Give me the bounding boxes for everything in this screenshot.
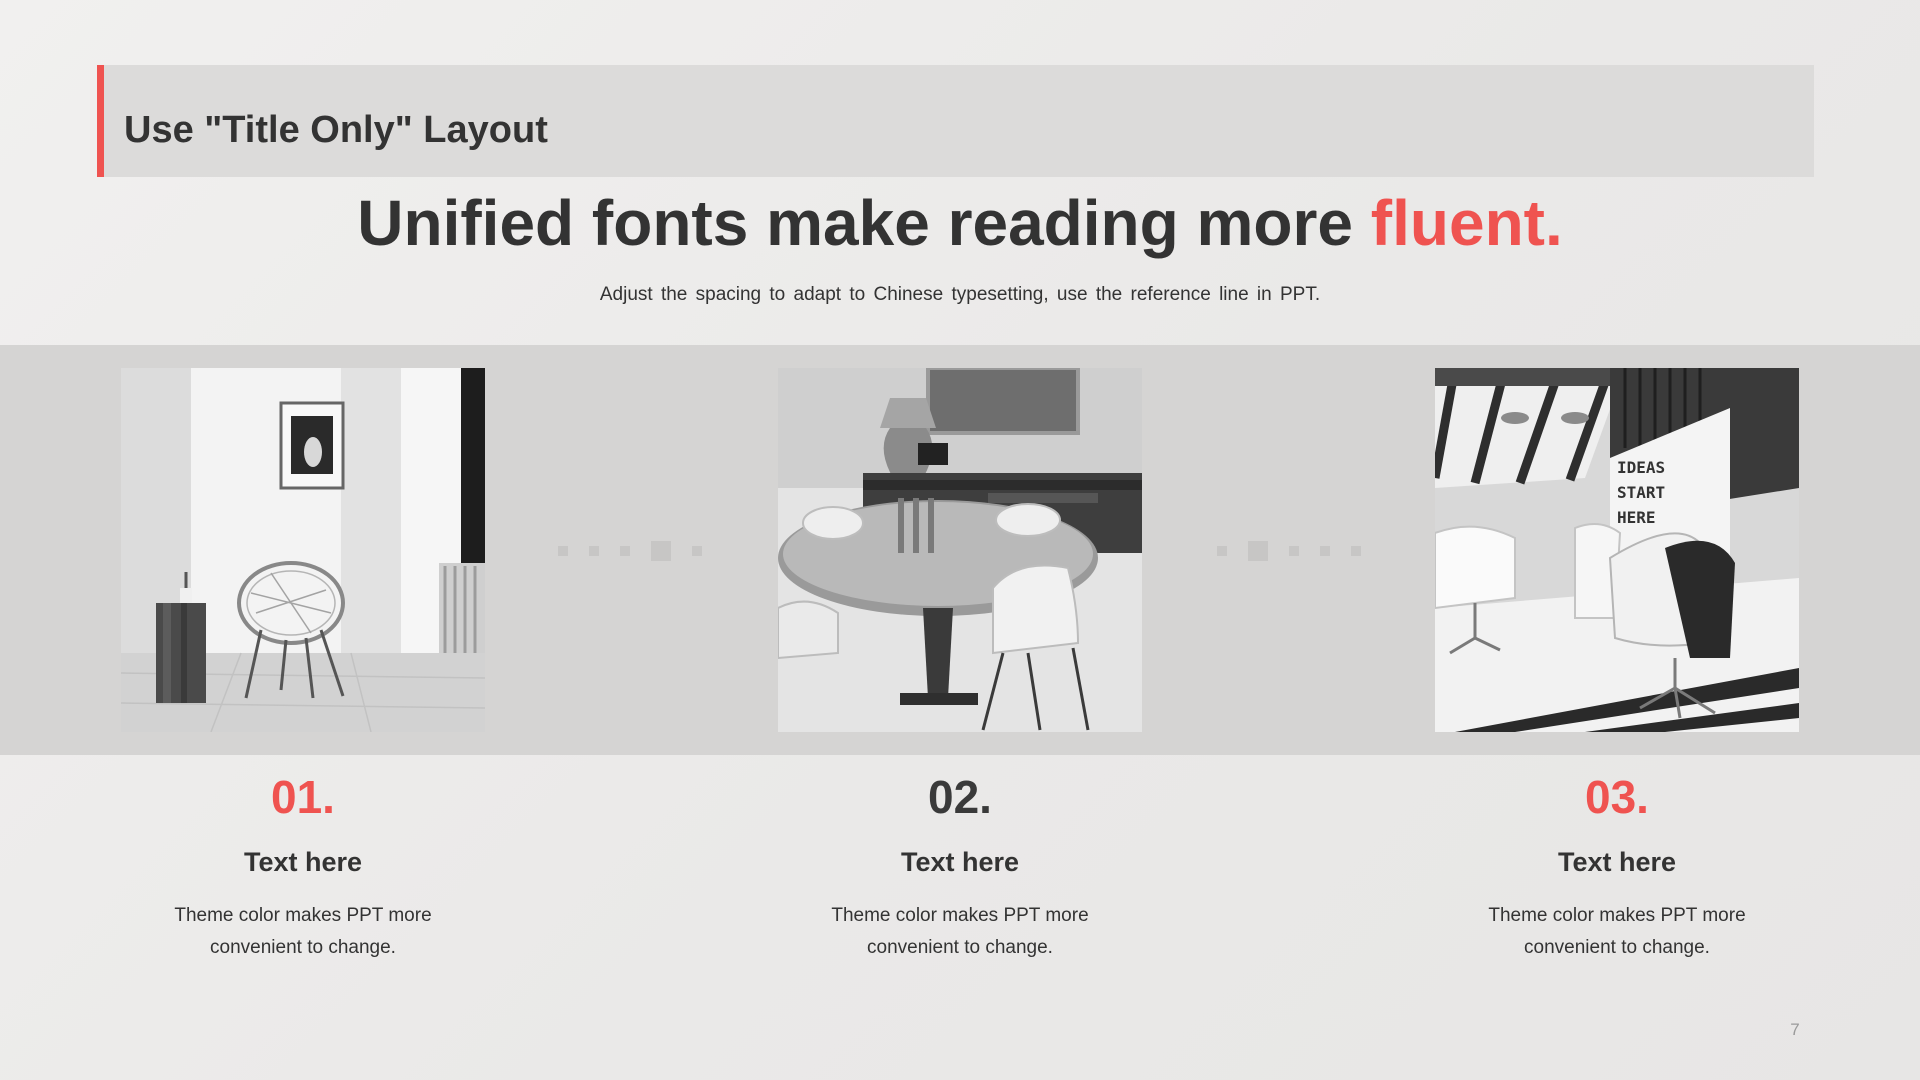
divider-dot (620, 546, 630, 556)
page-number: 7 (1790, 1020, 1800, 1039)
item-3-desc-line-2: convenient to change. (1524, 937, 1710, 958)
dots-divider-2 (1217, 540, 1367, 562)
item-2-number: 02. (928, 771, 992, 823)
office-sign-image: IDEAS START HERE (1435, 368, 1799, 732)
divider-dot (1289, 546, 1299, 556)
item-3-number: 03. (1585, 771, 1649, 823)
room-chair-image (121, 368, 485, 732)
item-2-description: Theme color makes PPT more convenient to… (750, 900, 1170, 964)
headline: Unified fonts make reading more fluent. (0, 186, 1920, 260)
title-bar: Use "Title Only" Layout (97, 65, 1814, 177)
item-2-desc-line-1: Theme color makes PPT more (831, 905, 1089, 926)
photo-office-sign: IDEAS START HERE (1435, 368, 1799, 732)
photo-room-chair (121, 368, 485, 732)
subtitle: Adjust the spacing to adapt to Chinese t… (599, 284, 1321, 305)
item-1-desc-line-2: convenient to change. (210, 937, 396, 958)
item-3-title: Text here (1557, 847, 1677, 877)
photo-dining-table (778, 368, 1142, 732)
item-1-number: 01. (271, 771, 335, 823)
divider-dot-large (651, 541, 671, 561)
item-1-description: Theme color makes PPT more convenient to… (93, 900, 513, 964)
headline-accent: fluent. (1370, 187, 1563, 259)
item-3-desc-line-1: Theme color makes PPT more (1488, 905, 1746, 926)
divider-dot-large (1248, 541, 1268, 561)
slide-title: Use "Title Only" Layout (124, 109, 548, 151)
item-1-title: Text here (243, 847, 363, 877)
sign-line-2: START (1617, 483, 1665, 502)
dots-divider-1 (558, 540, 708, 562)
item-2-title: Text here (900, 847, 1020, 877)
sign-line-3: HERE (1617, 508, 1656, 527)
divider-dot (1320, 546, 1330, 556)
item-2-desc-line-2: convenient to change. (867, 937, 1053, 958)
sign-line-1: IDEAS (1617, 458, 1665, 477)
divider-dot (558, 546, 568, 556)
divider-dot (692, 546, 702, 556)
headline-main: Unified fonts make reading more (357, 187, 1371, 259)
item-3-description: Theme color makes PPT more convenient to… (1407, 900, 1827, 964)
divider-dot (1217, 546, 1227, 556)
divider-dot (589, 546, 599, 556)
dining-table-image (778, 368, 1142, 732)
item-1-desc-line-1: Theme color makes PPT more (174, 905, 432, 926)
divider-dot (1351, 546, 1361, 556)
